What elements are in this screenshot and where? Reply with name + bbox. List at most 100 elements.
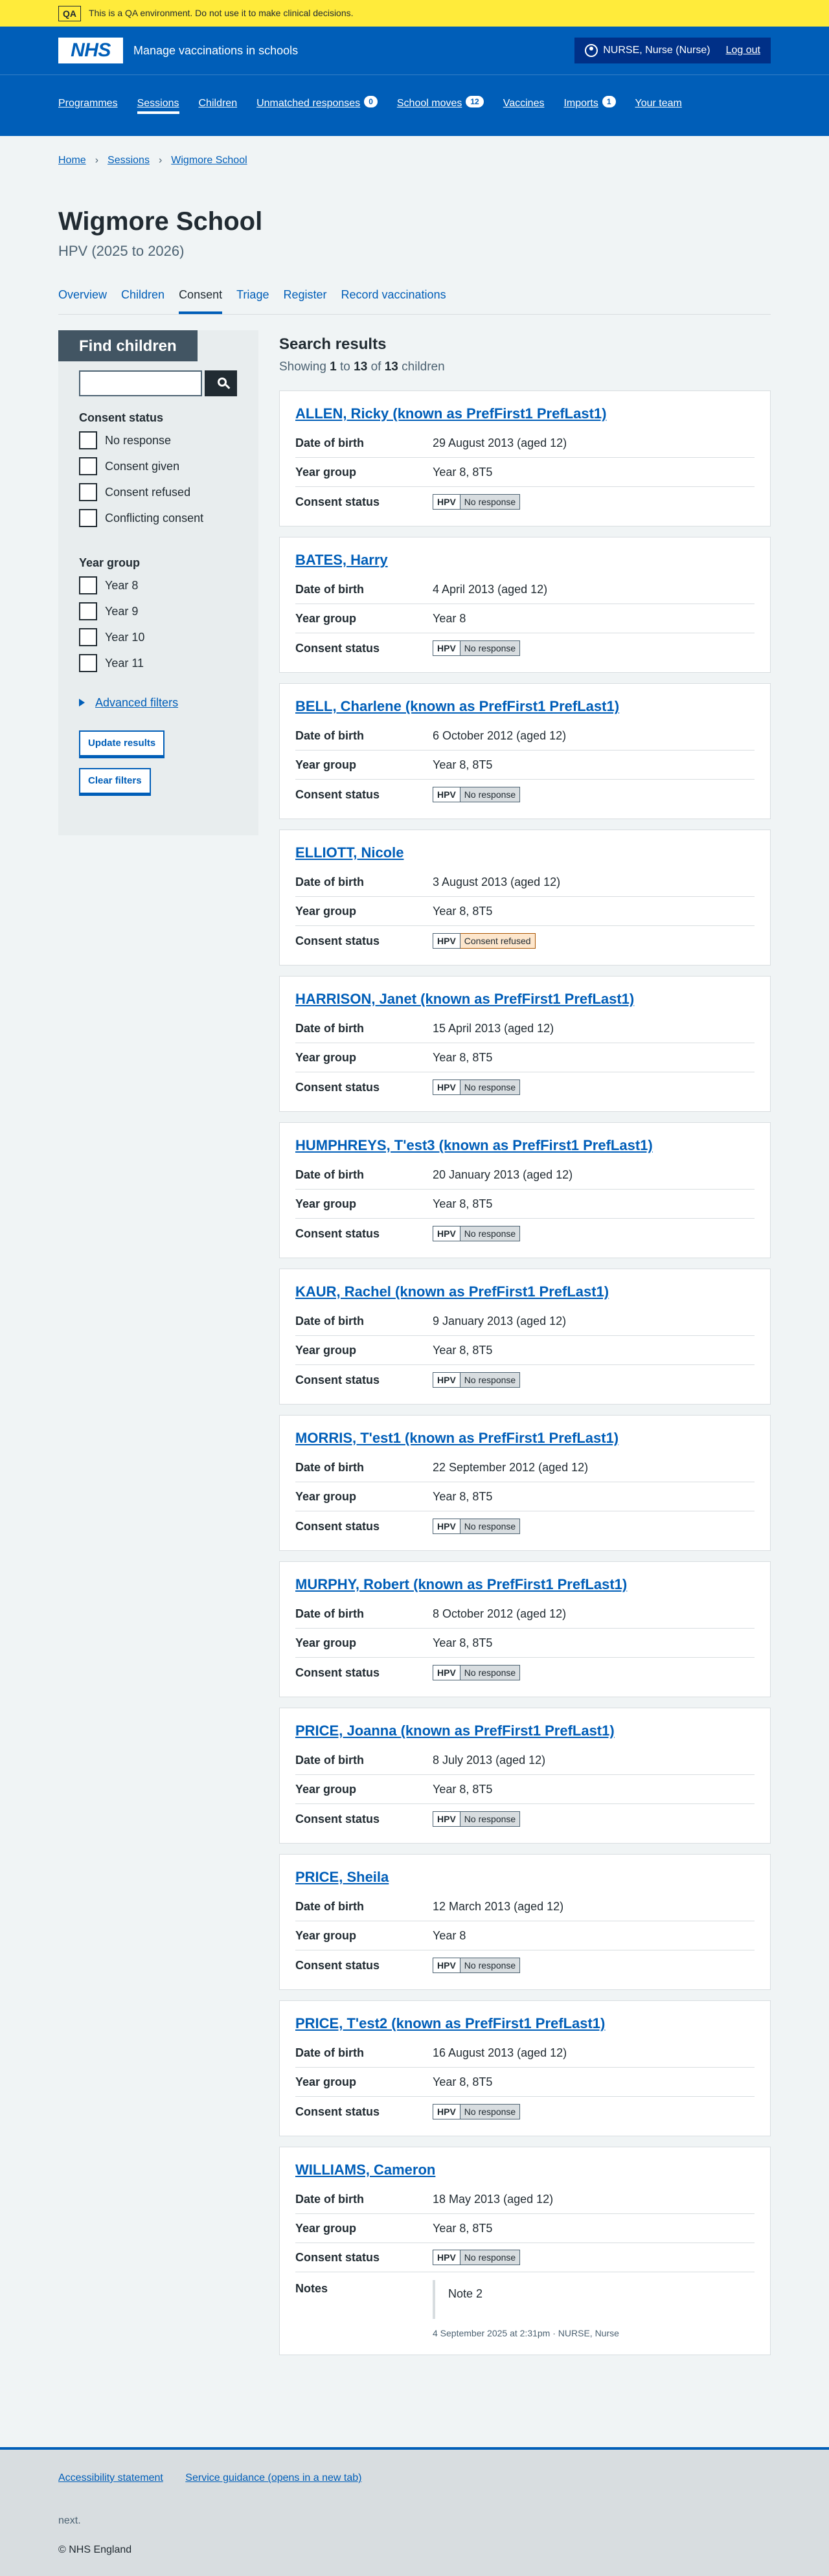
copyright: © NHS England [58,2544,132,2556]
filter-year-8[interactable]: Year 8 [79,576,138,594]
year-group-row: Year group Year 8, 8T5 [295,897,755,927]
count-badge: 12 [466,96,484,107]
nav-children[interactable]: Children [199,96,238,114]
dob-value: 20 January 2013 (aged 12) [433,1168,573,1182]
breadcrumb-school[interactable]: Wigmore School [171,153,247,168]
checkbox[interactable] [79,508,97,527]
advanced-filters-link[interactable]: Advanced filters [95,694,178,711]
programme-tag: HPV [433,1079,460,1095]
consent-status-tag: No response [460,1372,521,1388]
child-name-link[interactable]: PRICE, Joanna (known as PrefFirst1 PrefL… [295,1723,755,1739]
child-name-link[interactable]: BATES, Harry [295,552,755,569]
nav-unmatched-responses[interactable]: Unmatched responses 0 [256,96,378,114]
status-tag: HPV No response [433,1225,521,1241]
child-name-link[interactable]: BELL, Charlene (known as PrefFirst1 Pref… [295,698,755,715]
status-tag: HPV No response [433,2103,521,2119]
dob-row: Date of birth 29 August 2013 (aged 12) [295,429,755,458]
child-name-link[interactable]: WILLIAMS, Cameron [295,2162,755,2178]
consent-status-tag: No response [460,1957,521,1973]
tab-children[interactable]: Children [121,286,165,314]
filter-year-11[interactable]: Year 11 [79,653,144,672]
dob-row: Date of birth 3 August 2013 (aged 12) [295,868,755,898]
consent-status-row: Consent status HPV No response [295,487,755,516]
consent-status-row: Consent status HPV No response [295,1950,755,1980]
nav-your-team[interactable]: Your team [635,96,682,114]
service-guidance-link[interactable]: Service guidance (opens in a new tab) [185,2472,361,2483]
filter-no-response[interactable]: No response [79,431,171,449]
consent-status-row: Consent status HPV No response [295,1658,755,1687]
year-group-label: Year group [295,1344,357,1357]
year-group-row: Year group Year 8, 8T5 [295,751,755,780]
child-card: PRICE, T'est2 (known as PrefFirst1 PrefL… [279,2000,771,2137]
year-group-value: Year 8, 8T5 [433,1197,493,1211]
search-icon [218,377,227,387]
year-group-row: Year group Year 8, 8T5 [295,1629,755,1658]
programme-tag: HPV [433,1372,460,1388]
child-name-link[interactable]: PRICE, T'est2 (known as PrefFirst1 PrefL… [295,2015,755,2032]
nav-programmes[interactable]: Programmes [58,96,118,114]
notes-label: Notes [295,2282,328,2296]
filter-consent-given[interactable]: Consent given [79,457,179,475]
child-name-link[interactable]: HARRISON, Janet (known as PrefFirst1 Pre… [295,991,755,1008]
dob-row: Date of birth 16 August 2013 (aged 12) [295,2039,755,2068]
results-list: ALLEN, Ricky (known as PrefFirst1 PrefLa… [279,390,771,2356]
year-group-legend: Year group [79,556,141,569]
consent-status-row: Consent status HPV No response [295,1219,755,1248]
nav-school-moves[interactable]: School moves 12 [397,96,484,114]
checkbox[interactable] [79,653,97,672]
checkbox[interactable] [79,457,97,475]
consent-status-tag: Consent refused [460,932,536,949]
search-input[interactable] [79,370,202,396]
status-tag: HPV No response [433,2250,521,2266]
nhs-logo[interactable]: NHS [58,38,123,63]
checkbox[interactable] [79,431,97,449]
logout-link[interactable]: Log out [726,43,760,58]
child-card: WILLIAMS, Cameron Date of birth 18 May 201… [279,2147,771,2356]
search-button[interactable] [205,370,237,396]
consent-status-row: Consent status HPV Consent refused [295,926,755,955]
nav-sessions[interactable]: Sessions [137,96,179,114]
programme-tag: HPV [433,932,460,949]
checkbox[interactable] [79,627,97,646]
notes-row: Notes Note 2 [295,2272,755,2320]
child-card: BELL, Charlene (known as PrefFirst1 Pref… [279,683,771,820]
year-group-value: Year 8, 8T5 [433,466,493,479]
year-group-label: Year group [295,2075,357,2089]
child-name-link[interactable]: ALLEN, Ricky (known as PrefFirst1 PrefLa… [295,405,755,422]
child-name-link[interactable]: MURPHY, Robert (known as PrefFirst1 Pref… [295,1576,755,1593]
year-group-row: Year group Year 8 [295,1921,755,1951]
tab-triage[interactable]: Triage [236,286,269,314]
clear-filters-button[interactable]: Clear filters [79,767,151,794]
year-group-value: Year 8, 8T5 [433,905,493,918]
checkbox[interactable] [79,576,97,594]
accessibility-statement-link[interactable]: Accessibility statement [58,2472,163,2483]
child-name-link[interactable]: ELLIOTT, Nicole [295,844,755,861]
child-name-link[interactable]: PRICE, Sheila [295,1869,755,1886]
filter-year-10[interactable]: Year 10 [79,627,144,646]
checkbox[interactable] [79,482,97,501]
year-group-value: Year 8, 8T5 [433,1051,493,1065]
footer-next: next. [58,2514,81,2526]
breadcrumb-sessions[interactable]: Sessions [108,153,150,168]
child-name-link[interactable]: KAUR, Rachel (known as PrefFirst1 PrefLa… [295,1283,755,1300]
filter-conflicting-consent[interactable]: Conflicting consent [79,508,203,527]
nav-imports[interactable]: Imports 1 [563,96,616,114]
checkbox[interactable] [79,602,97,620]
tab-overview[interactable]: Overview [58,286,107,314]
year-group-row: Year group Year 8, 8T5 [295,1775,755,1805]
advanced-filters-toggle[interactable]: Advanced filters [79,694,178,711]
tab-consent[interactable]: Consent [179,286,223,314]
programme-tag: HPV [433,1225,460,1241]
breadcrumb-home[interactable]: Home [58,153,86,168]
child-name-link[interactable]: MORRIS, T'est1 (known as PrefFirst1 Pref… [295,1430,755,1447]
child-name-link[interactable]: HUMPHREYS, T'est3 (known as PrefFirst1 P… [295,1137,755,1154]
filter-year-9[interactable]: Year 9 [79,602,138,620]
update-results-button[interactable]: Update results [79,730,165,756]
service-name[interactable]: Manage vaccinations in schools [133,42,298,59]
filter-consent-refused[interactable]: Consent refused [79,482,190,501]
consent-status-row: Consent status HPV No response [295,2243,755,2273]
nav-vaccines[interactable]: Vaccines [503,96,545,114]
tab-record-vaccinations[interactable]: Record vaccinations [341,286,446,314]
tab-register[interactable]: Register [283,286,326,314]
consent-status-label: Consent status [295,1519,380,1533]
